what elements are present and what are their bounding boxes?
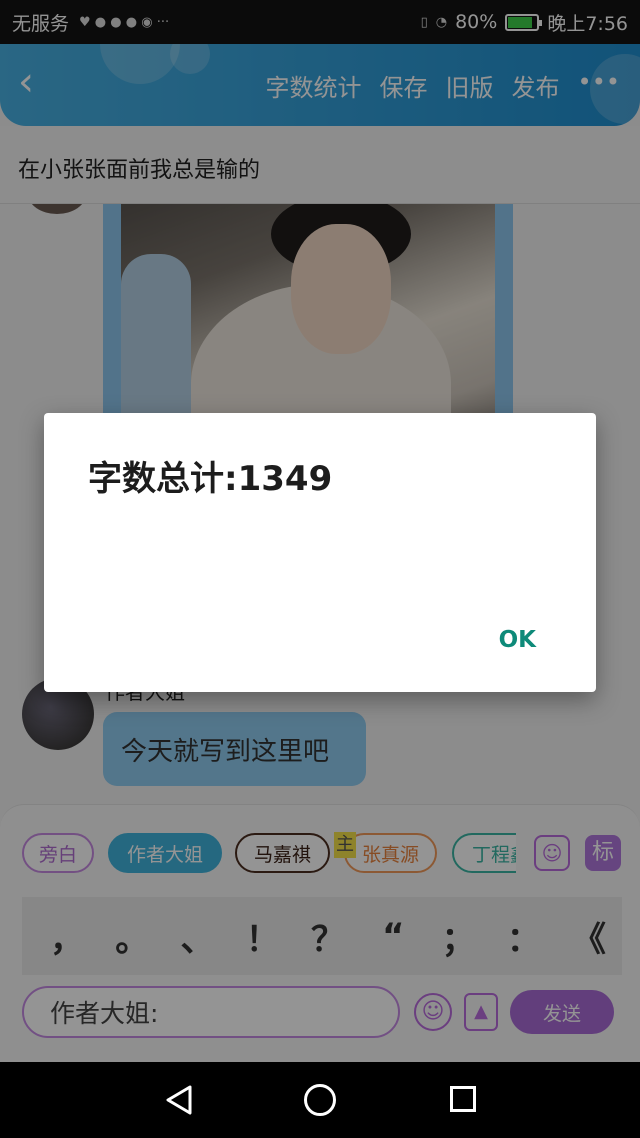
nav-back-icon[interactable] (164, 1084, 194, 1116)
system-nav-bar (0, 1062, 640, 1138)
nav-recent-icon[interactable] (450, 1086, 476, 1112)
word-count-dialog: 字数总计:1349 OK (44, 413, 596, 692)
ok-button[interactable]: OK (499, 627, 536, 653)
dialog-title: 字数总计:1349 (88, 459, 333, 499)
nav-home-icon[interactable] (304, 1084, 336, 1116)
